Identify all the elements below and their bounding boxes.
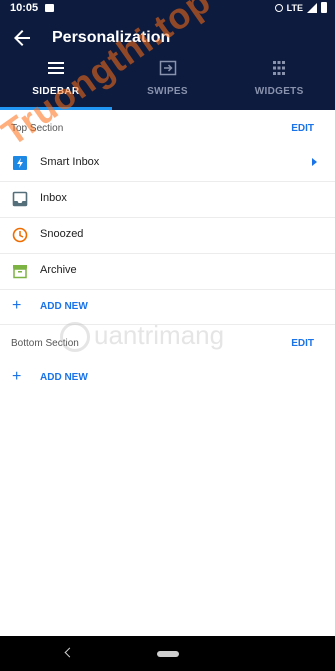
clock-icon: [12, 227, 28, 243]
add-new-label: ADD NEW: [40, 301, 88, 312]
tab-sidebar[interactable]: SIDEBAR: [0, 56, 112, 110]
menu-icon: [47, 62, 64, 74]
tab-swipes[interactable]: SWIPES: [112, 56, 224, 110]
sidebar-item-snoozed[interactable]: Snoozed: [0, 218, 335, 254]
alarm-icon: [274, 3, 283, 12]
plus-icon: +: [12, 368, 22, 385]
sidebar-item-label: Archive: [40, 264, 77, 276]
tab-label: SWIPES: [147, 86, 188, 97]
section-title: Top Section: [11, 123, 64, 134]
system-navigation-bar: [0, 636, 335, 671]
battery-icon: [321, 2, 327, 13]
tab-bar: SIDEBAR SWIPES WIDGETS: [0, 56, 335, 110]
back-arrow-icon[interactable]: [10, 26, 34, 50]
status-time: 10:05: [10, 2, 39, 14]
tab-label: WIDGETS: [254, 86, 304, 97]
sidebar-settings: Top Section EDIT Smart Inbox Inbox Snooz…: [0, 110, 335, 395]
add-new-bottom-button[interactable]: + ADD NEW: [0, 361, 335, 395]
signal-icon: [307, 2, 317, 13]
sidebar-item-smart-inbox[interactable]: Smart Inbox: [0, 146, 335, 182]
sidebar-item-inbox[interactable]: Inbox: [0, 182, 335, 218]
nav-back-icon[interactable]: [64, 647, 75, 658]
sidebar-item-label: Inbox: [40, 192, 67, 204]
status-icons: LTE: [274, 2, 327, 13]
top-section-header: Top Section EDIT: [0, 110, 335, 146]
add-new-top-button[interactable]: + ADD NEW: [0, 290, 335, 325]
app-bar: Personalization SIDEBAR SWIPES WIDGETS: [0, 18, 335, 110]
page-title: Personalization: [52, 29, 171, 46]
tab-label: SIDEBAR: [32, 86, 80, 97]
grid-icon: [273, 61, 286, 75]
bottom-section-header: Bottom Section EDIT: [0, 325, 335, 361]
plus-icon: +: [12, 297, 22, 314]
add-new-label: ADD NEW: [40, 372, 88, 383]
section-title: Bottom Section: [11, 338, 79, 349]
smart-inbox-icon: [13, 156, 27, 170]
inbox-icon: [12, 191, 28, 207]
sidebar-item-label: Snoozed: [40, 228, 84, 240]
sidebar-item-label: Smart Inbox: [40, 156, 100, 168]
network-type: LTE: [286, 2, 303, 13]
sidebar-item-archive[interactable]: Archive: [0, 254, 335, 290]
chevron-right-icon: [312, 158, 317, 166]
edit-top-section-button[interactable]: EDIT: [291, 123, 314, 134]
status-bar: 10:05 LTE: [0, 0, 335, 18]
swipe-icon: [159, 60, 176, 76]
image-notification-icon: [45, 4, 54, 12]
tab-widgets[interactable]: WIDGETS: [223, 56, 335, 110]
archive-icon: [13, 265, 27, 279]
edit-bottom-section-button[interactable]: EDIT: [291, 338, 314, 349]
nav-home-pill-icon[interactable]: [157, 651, 179, 657]
